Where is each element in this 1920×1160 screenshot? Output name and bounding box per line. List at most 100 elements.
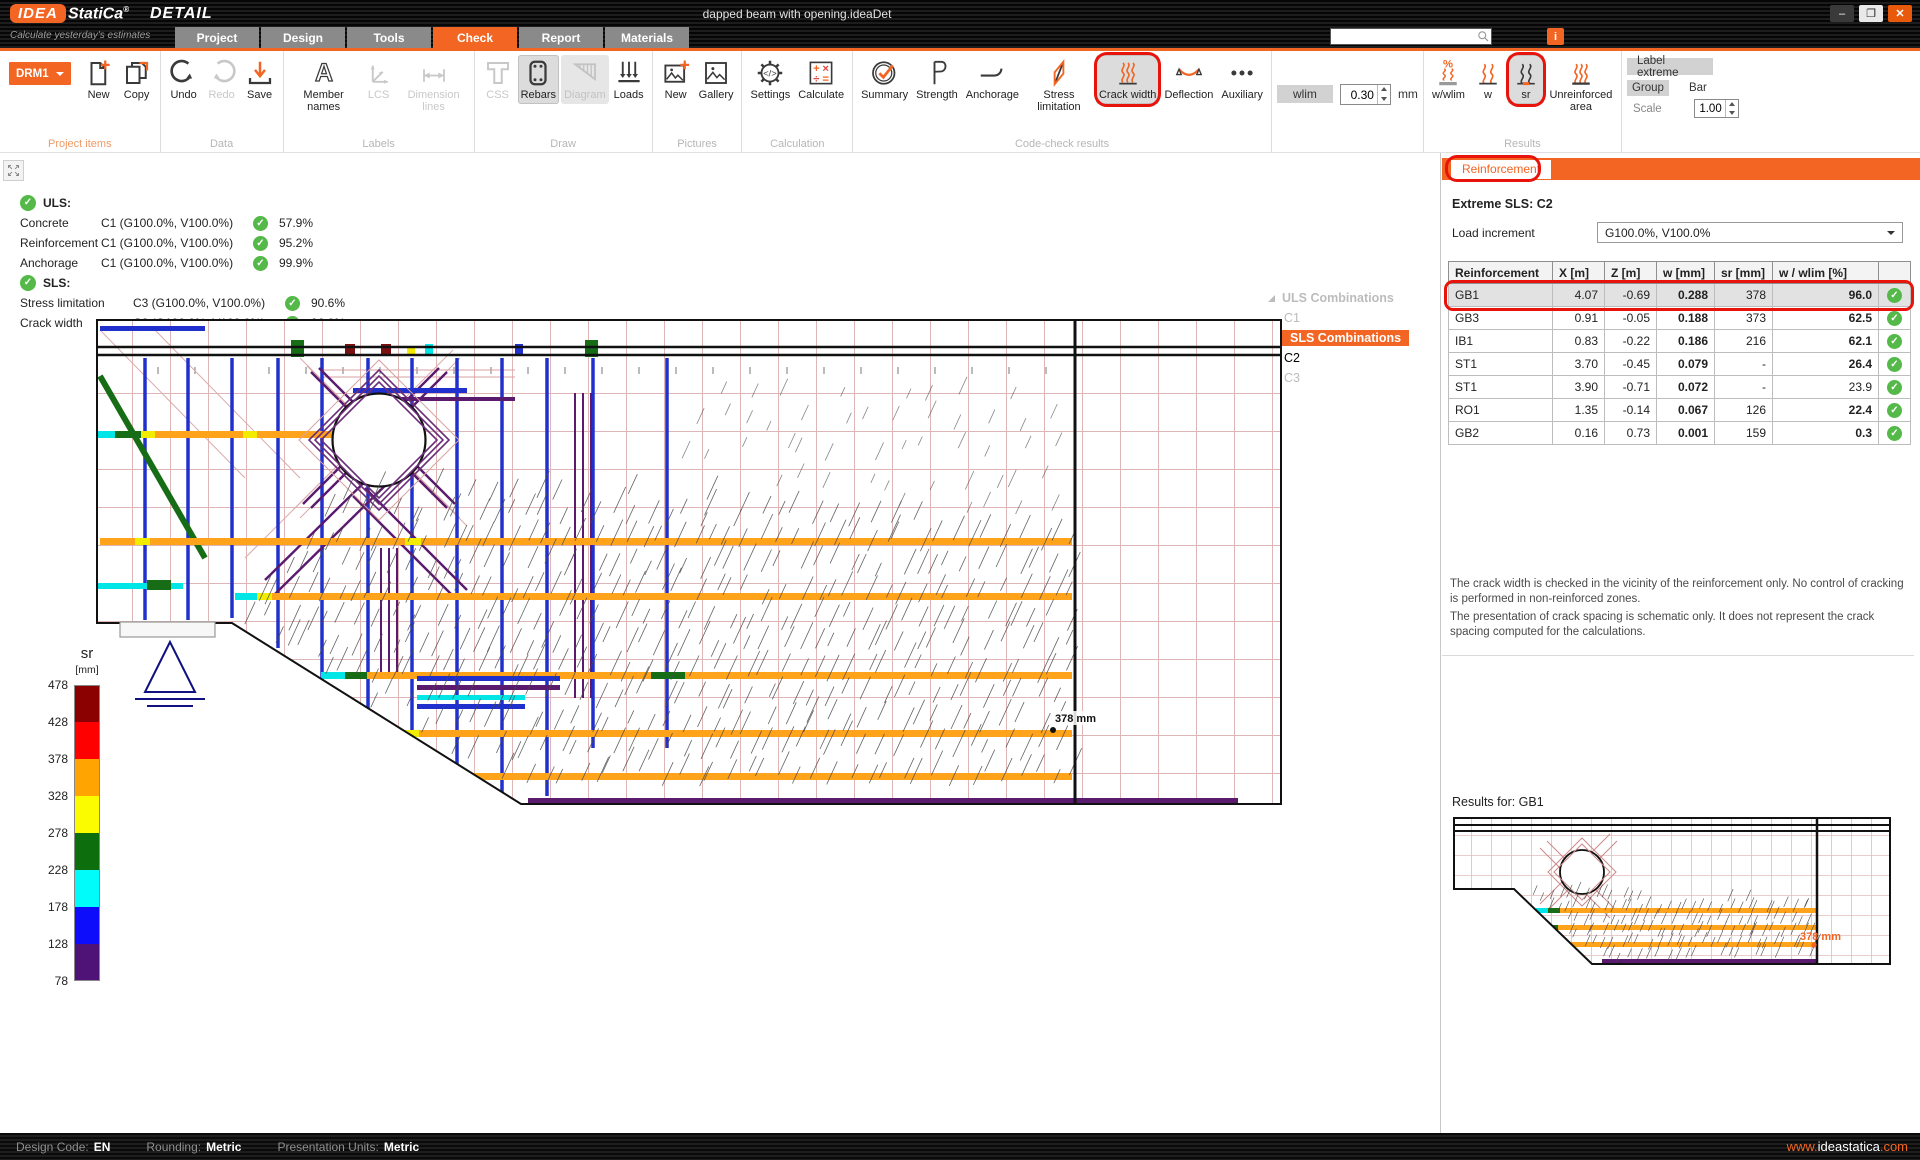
- wlim-spinner[interactable]: 0.30: [1340, 84, 1391, 105]
- loads-icon: [614, 58, 644, 88]
- unreinforced-area-button[interactable]: Unreinforced area: [1546, 55, 1616, 115]
- spin-up-icon[interactable]: [1726, 100, 1738, 109]
- copy-icon: [122, 58, 152, 88]
- drawing-canvas[interactable]: ✓ULS:ConcreteC1 (G100.0%, V100.0%)✓57.9%…: [0, 153, 1441, 1133]
- legend-band: [74, 759, 100, 796]
- check-ok-icon: ✓: [285, 296, 300, 311]
- fit-view-button[interactable]: [3, 160, 24, 181]
- extreme-title: Extreme SLS: C2: [1452, 197, 1553, 211]
- w-wlim-button[interactable]: %w/wlim: [1429, 55, 1468, 104]
- ribbon-tabs: ProjectDesignToolsCheckReportMaterials: [175, 27, 689, 48]
- copy-button[interactable]: Copy: [119, 55, 155, 104]
- gallery-button[interactable]: Gallery: [696, 55, 737, 104]
- tree-item-c2[interactable]: C2: [1268, 348, 1433, 368]
- label-extreme-button[interactable]: Label extreme: [1627, 58, 1713, 75]
- tree-item-sls-combinations[interactable]: SLS Combinations: [1268, 328, 1433, 348]
- ribbon: DRM1NewCopyProject itemsUndoRedoSaveData…: [0, 48, 1920, 153]
- statica-logo: StatiCa®: [68, 5, 129, 23]
- redo-icon: [207, 58, 237, 88]
- anchorage-button[interactable]: Anchorage: [963, 55, 1022, 104]
- new-button[interactable]: New: [658, 55, 694, 104]
- settings-button[interactable]: </>Settings: [747, 55, 793, 104]
- table-row-gb2[interactable]: GB20.160.730.0011590.3✓: [1449, 422, 1911, 445]
- wlim-value[interactable]: 0.30: [1341, 85, 1377, 104]
- stress-limitation-button[interactable]: Stress limitation: [1024, 55, 1094, 115]
- tree-item-c1[interactable]: C1: [1268, 308, 1433, 328]
- group-button[interactable]: Group: [1627, 80, 1669, 96]
- legend-band: [74, 833, 100, 870]
- minimize-button[interactable]: –: [1830, 5, 1854, 22]
- tagline: Calculate yesterday's estimates: [10, 30, 150, 41]
- tab-tools[interactable]: Tools: [347, 27, 431, 48]
- member-names-button[interactable]: AMember names: [289, 55, 359, 115]
- calculate-button[interactable]: +×÷=Calculate: [795, 55, 847, 104]
- table-row-gb3[interactable]: GB30.91-0.050.18837362.5✓: [1449, 307, 1911, 330]
- legend-band: [74, 907, 100, 944]
- status-presentation-units: Presentation Units:Metric: [277, 1140, 419, 1154]
- table-row-ib1[interactable]: IB10.83-0.220.18621662.1✓: [1449, 330, 1911, 353]
- spin-up-icon[interactable]: [1378, 85, 1390, 95]
- app-name: DETAIL: [150, 5, 213, 23]
- sr-button[interactable]: sr: [1508, 55, 1544, 104]
- save-button[interactable]: Save: [242, 55, 278, 104]
- expander-icon[interactable]: [1268, 295, 1275, 302]
- bar-button[interactable]: Bar: [1683, 82, 1707, 94]
- legend-band: [74, 796, 100, 833]
- beam-drawing[interactable]: 378 mm: [95, 318, 1285, 815]
- spin-down-icon[interactable]: [1726, 109, 1738, 118]
- scale-label: Scale: [1627, 103, 1662, 115]
- scale-value[interactable]: 1.00: [1695, 100, 1725, 117]
- settings-icon: </>: [755, 58, 785, 88]
- crack-width-button[interactable]: Crack width: [1096, 55, 1159, 104]
- search-icon[interactable]: [1476, 29, 1491, 44]
- tree-item-c3[interactable]: C3: [1268, 368, 1433, 388]
- maximize-button[interactable]: ❐: [1859, 5, 1883, 22]
- picture-new-icon: [661, 58, 691, 88]
- tab-design[interactable]: Design: [261, 27, 345, 48]
- tab-project[interactable]: Project: [175, 27, 259, 48]
- tab-report[interactable]: Report: [519, 27, 603, 48]
- check-ok-icon: ✓: [20, 195, 36, 211]
- tab-reinforcement[interactable]: Reinforcement: [1451, 160, 1551, 179]
- new-document-icon: [84, 58, 114, 88]
- tab-check[interactable]: Check: [433, 27, 517, 48]
- diagram-button: Diagram: [561, 55, 609, 104]
- tab-materials[interactable]: Materials: [605, 27, 689, 48]
- website-link[interactable]: www.ideastatica .com: [1787, 1133, 1908, 1160]
- table-row-ro1[interactable]: RO11.35-0.140.06712622.4✓: [1449, 399, 1911, 422]
- table-row-gb1[interactable]: GB14.07-0.690.28837896.0✓: [1449, 284, 1911, 307]
- auxiliary-button[interactable]: Auxiliary: [1218, 55, 1266, 104]
- load-increment-select[interactable]: G100.0%, V100.0%: [1597, 222, 1903, 243]
- fit-view-icon: [6, 163, 21, 178]
- w-icon: [1473, 58, 1503, 88]
- new-button[interactable]: New: [81, 55, 117, 104]
- summary-icon: [870, 58, 900, 88]
- svg-text:A: A: [315, 59, 333, 87]
- spin-down-icon[interactable]: [1378, 94, 1390, 104]
- wlim-button[interactable]: wlim: [1277, 85, 1333, 103]
- scale-spinner[interactable]: 1.00: [1694, 99, 1739, 118]
- undo-button[interactable]: Undo: [166, 55, 202, 104]
- table-row-st1[interactable]: ST13.90-0.710.072-23.9✓: [1449, 376, 1911, 399]
- tree-item-uls-combinations[interactable]: ULS Combinations: [1268, 288, 1433, 308]
- loads-button[interactable]: Loads: [611, 55, 647, 104]
- rebars-button[interactable]: Rebars: [518, 55, 559, 104]
- table-row-st1[interactable]: ST13.70-0.450.079-26.4✓: [1449, 353, 1911, 376]
- deflection-button[interactable]: Deflection: [1161, 55, 1216, 104]
- calculate-icon: +×÷=: [806, 58, 836, 88]
- check-ok-icon: ✓: [253, 216, 268, 231]
- project-item-selector[interactable]: DRM1: [9, 62, 71, 85]
- mini-beam-drawing: 378 mm: [1452, 816, 1892, 988]
- check-ok-icon: ✓: [253, 256, 268, 271]
- close-button[interactable]: ✕: [1888, 5, 1912, 22]
- w-button[interactable]: w: [1470, 55, 1506, 104]
- info-button[interactable]: i: [1547, 28, 1564, 45]
- legend-tick: 378: [30, 752, 68, 766]
- strength-button[interactable]: Strength: [913, 55, 961, 104]
- search-input[interactable]: [1331, 30, 1476, 43]
- summary-button[interactable]: Summary: [858, 55, 911, 104]
- css-button: CSS: [480, 55, 516, 104]
- legend-band: [74, 722, 100, 759]
- legend-tick: 428: [30, 715, 68, 729]
- ribbon-group-wlim: wlim 0.30 mm: [1272, 51, 1424, 152]
